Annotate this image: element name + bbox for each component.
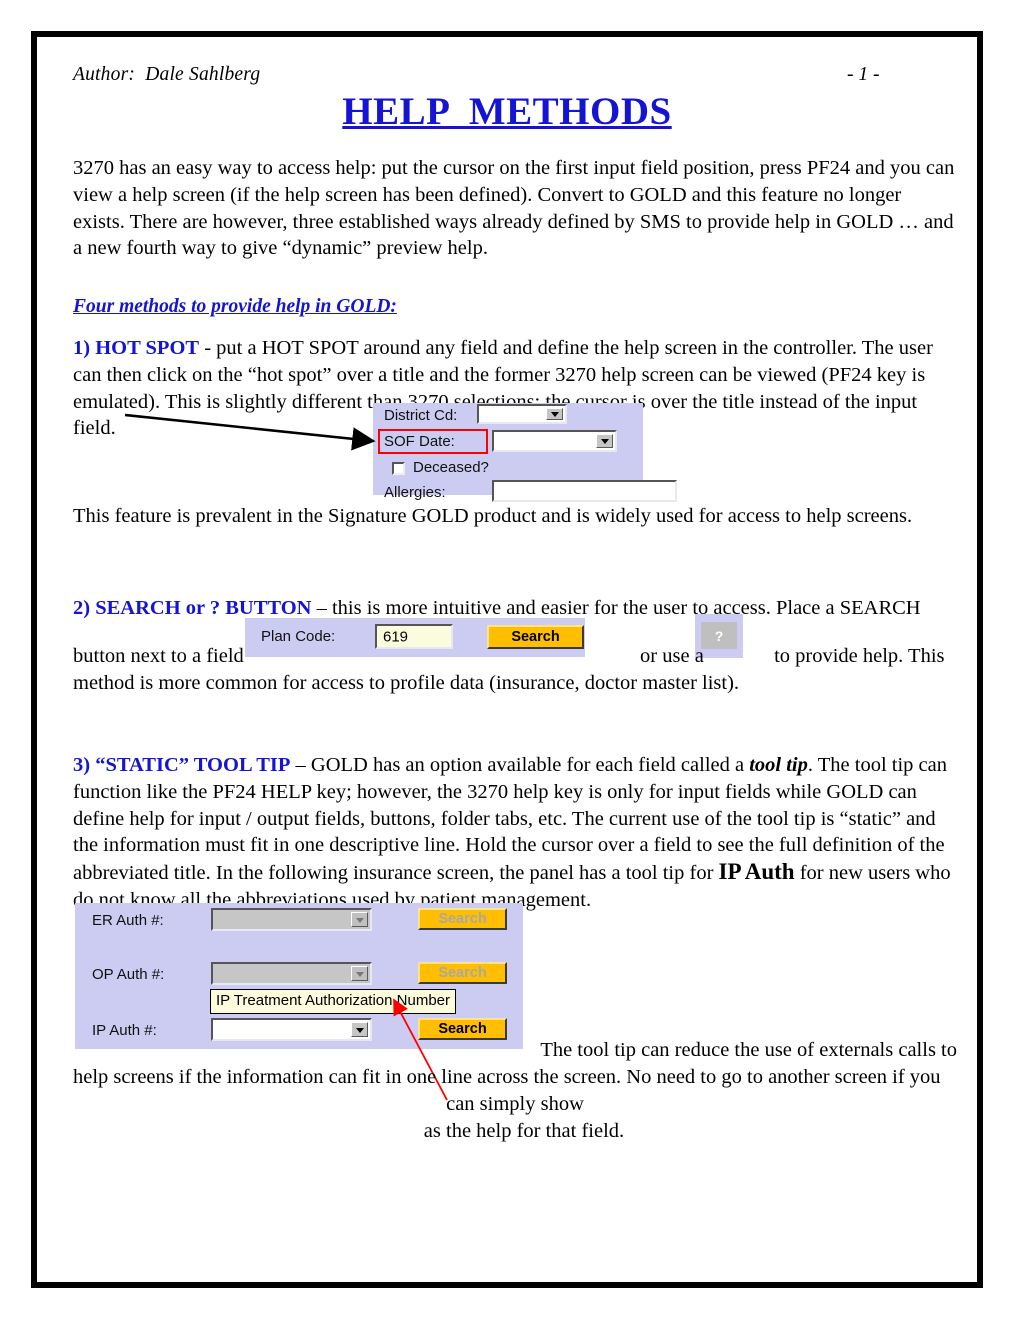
document-page: Author: Dale Sahlberg - 1 - HELP METHODS… (31, 31, 983, 1288)
closing-line-tail: as the help for that field. (423, 1120, 625, 1142)
closing-line-3: can simply show (446, 1093, 584, 1115)
closing-line-2: help screens if the information can fit … (73, 1066, 941, 1088)
closing-line-1: The tool tip can reduce the use of exter… (540, 1039, 957, 1061)
